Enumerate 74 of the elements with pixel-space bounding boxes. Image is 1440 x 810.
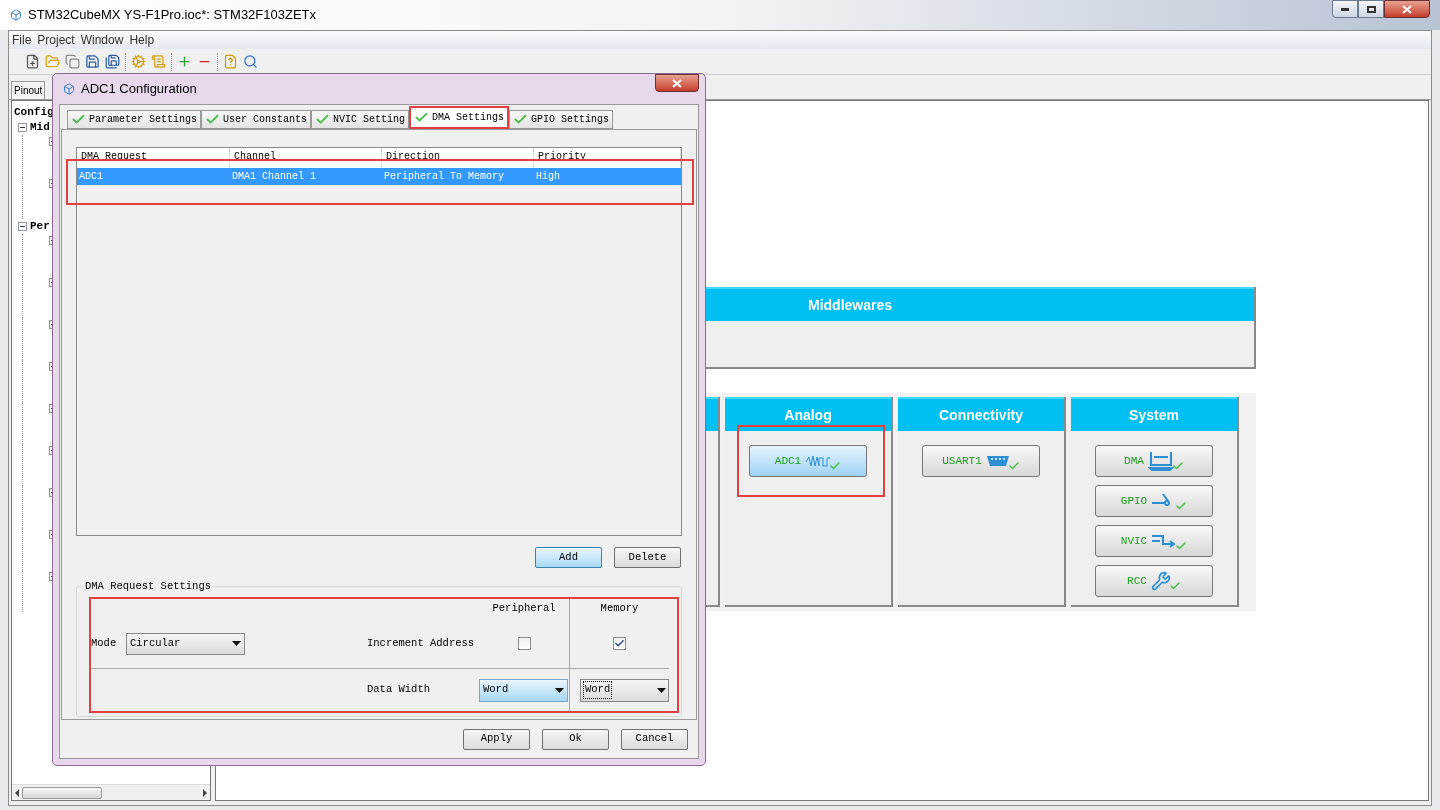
category-header: Analog <box>725 397 891 431</box>
column-label: Memory <box>600 601 639 617</box>
table-cell-text: High <box>535 170 561 184</box>
field-label: Data Width <box>367 682 431 698</box>
right-arrow-icon[interactable] <box>202 788 208 797</box>
tab[interactable]: Pinout <box>11 81 46 99</box>
check-icon <box>513 112 529 127</box>
left-arrow-icon[interactable] <box>14 788 20 797</box>
check-icon <box>71 112 86 127</box>
tab[interactable]: GPIO Settings <box>509 110 614 129</box>
new-file-icon[interactable] <box>25 54 40 69</box>
close-icon <box>672 78 682 88</box>
copy-icon[interactable] <box>65 54 80 69</box>
dialog-title: ADC1 Configuration <box>81 80 197 99</box>
collapse-icon[interactable] <box>18 123 27 132</box>
tab[interactable]: NVIC Setting <box>311 110 410 129</box>
window-title: STM32CubeMX YS-F1Pro.ioc*: STM32F103ZETx <box>28 6 317 25</box>
plus-icon[interactable] <box>177 54 192 69</box>
scrollbar[interactable] <box>12 784 210 800</box>
arrows-icon <box>1151 533 1178 549</box>
search-icon[interactable] <box>243 54 258 69</box>
checkbox[interactable] <box>517 637 531 650</box>
table-cell-text: Peripheral To Memory <box>383 170 506 184</box>
maximize-button[interactable] <box>1358 0 1384 18</box>
table-cell-text: DMA1 Channel 1 <box>231 170 317 184</box>
close-button[interactable] <box>655 74 699 92</box>
category-header: Connectivity <box>898 397 1064 431</box>
table-action-button[interactable]: Delete <box>614 547 681 568</box>
check-icon <box>829 460 842 472</box>
checkbox[interactable] <box>613 637 626 650</box>
menu-item[interactable]: Help <box>129 31 155 49</box>
minimize-button[interactable] <box>1332 0 1358 18</box>
column-label: Peripheral <box>491 601 557 617</box>
check-icon <box>414 110 430 125</box>
caret-icon <box>232 641 241 646</box>
dialog-button[interactable]: Cancel <box>621 728 688 750</box>
tree-item[interactable]: Per <box>30 218 50 235</box>
tab[interactable]: Parameter Settings <box>67 110 202 129</box>
check-icon <box>1175 500 1188 512</box>
category-header: System <box>1071 397 1237 431</box>
mode-dropdown[interactable]: Circular <box>126 632 245 655</box>
check-icon <box>205 112 221 127</box>
caret-icon <box>657 687 666 693</box>
close-button[interactable] <box>1384 0 1430 18</box>
close-icon <box>1402 4 1412 14</box>
wave-icon <box>805 454 832 468</box>
check-icon <box>1171 460 1184 472</box>
table-action-button[interactable]: Add <box>535 547 602 568</box>
check-icon <box>1168 580 1181 592</box>
save-all-icon[interactable] <box>105 54 120 69</box>
cube-icon <box>10 9 22 21</box>
tab[interactable]: DMA Settings <box>409 106 510 129</box>
menu-item[interactable]: File <box>12 31 32 49</box>
check-icon <box>1007 460 1020 472</box>
width-dropdown[interactable]: Word <box>580 678 669 702</box>
check-icon <box>315 112 331 127</box>
width-dropdown[interactable]: Word <box>479 678 568 702</box>
dialog-button[interactable]: Apply <box>463 728 530 750</box>
save-icon[interactable] <box>85 54 100 69</box>
cube-icon <box>63 83 75 95</box>
menu-item[interactable]: Window <box>80 31 124 49</box>
wrench-icon <box>1150 571 1171 591</box>
check-icon <box>1175 540 1188 552</box>
connector-icon <box>985 455 1010 467</box>
field-label: Mode <box>91 635 118 651</box>
field-label: Increment Address <box>367 635 476 651</box>
tree-item[interactable]: Mid <box>30 119 50 136</box>
menu-item[interactable]: Project <box>37 31 75 49</box>
dma-icon <box>1147 451 1174 471</box>
collapse-icon[interactable] <box>18 222 27 231</box>
caret-icon <box>555 687 564 693</box>
tab[interactable]: User Constants <box>201 110 312 129</box>
table-cell-text: ADC1 <box>78 170 104 184</box>
dialog-button[interactable]: Ok <box>542 728 609 750</box>
